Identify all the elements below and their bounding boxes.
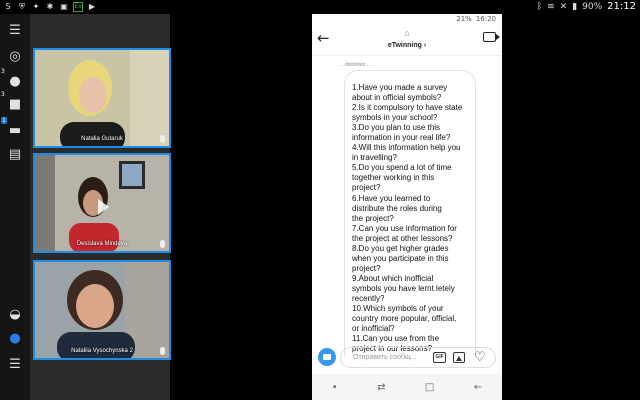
wifi-icon: ≋ [547, 1, 555, 12]
signal-icon: ▮ [572, 1, 578, 12]
video-tile[interactable]: Desislava Mindeva [33, 153, 171, 253]
video-tile[interactable]: Nataliia Vysochynska 2 [33, 260, 171, 360]
system-indicators: ᛒ ≋ ✕ ▮ 90% 21:12 [537, 1, 636, 12]
play-store-icon: ▶ [88, 2, 96, 11]
video-call-icon[interactable] [483, 32, 500, 42]
mic-icon [160, 135, 165, 143]
bluetooth-icon: ᛒ [536, 1, 543, 12]
phone-battery: 21% [456, 15, 472, 23]
mic-icon [160, 347, 165, 355]
chat-thread[interactable]: …distortion… 1.Have you made a survey ab… [312, 56, 502, 356]
video-panel: Natalia Gutaruk Desislava Mindeva Natali… [30, 14, 171, 400]
video-tile[interactable]: Natalia Gutaruk [33, 48, 171, 148]
chat-title[interactable]: eTwinning › [312, 42, 502, 49]
skype-icon: S [5, 2, 11, 11]
recent-apps-icon[interactable]: ⇄ [377, 382, 385, 393]
camera-icon[interactable] [318, 348, 336, 366]
chat-icon[interactable]: 1 ▬ [1, 117, 25, 140]
layout-icon[interactable]: ☰ [5, 20, 25, 40]
message-text: 1.Have you made a survey about in offici… [352, 83, 463, 354]
participant-name: Desislava Mindeva [76, 241, 128, 247]
chat-badge: 1 [1, 117, 7, 124]
clock: 21:12 [607, 1, 636, 12]
participants-icon[interactable]: 3 ● [1, 68, 25, 91]
empty-area [172, 14, 312, 400]
system-status-bar: S ⛨ ✦ ✱ ▣ Ex ▶ ᛒ ≋ ✕ ▮ 90% 21:12 [0, 0, 640, 14]
battery-percent: 90% [582, 1, 603, 12]
clipped-message: …distortion… [340, 62, 371, 68]
shared-phone-screen: 21% 16:20 ← ⌂ eTwinning › …distortion… 1… [312, 14, 502, 400]
message-bubble[interactable]: 1.Have you made a survey about in offici… [344, 70, 476, 356]
participant-video [35, 50, 169, 146]
notification-icons: S ⛨ ✦ ✱ ▣ Ex ▶ [3, 2, 97, 12]
home-icon[interactable]: □ [425, 382, 434, 393]
bug-icon: ✱ [46, 2, 54, 11]
microphone-icon[interactable]: ● [5, 328, 25, 348]
camera-icon[interactable]: 3 ■ [1, 91, 25, 114]
menu-icon[interactable]: ☰ [5, 354, 25, 374]
participant-video [35, 262, 169, 358]
participants-badge: 3 [1, 68, 5, 75]
avatar[interactable]: ⌂ [400, 28, 414, 40]
broadcast-icon[interactable]: ◎ [5, 46, 25, 66]
mute-icon: ✕ [559, 1, 568, 12]
meeting-toolbar: ☰ ◎ 3 ● 3 ■ 1 ▬ ▤ ◒ ● ☰ [0, 14, 30, 400]
excel-icon: Ex [73, 2, 83, 12]
heart-icon[interactable]: ♡ [474, 350, 486, 364]
participant-name: Nataliia Vysochynska 2 [71, 348, 133, 354]
message-composer: Отправить сообщ... GIF ♡ [312, 344, 502, 372]
chat-header: ← ⌂ eTwinning › [312, 24, 502, 56]
phone-status-bar: 21% 16:20 [312, 14, 502, 24]
notes-icon[interactable]: ▤ [5, 144, 25, 164]
nav-dot-icon[interactable]: • [332, 382, 338, 393]
message-input[interactable]: Отправить сообщ... GIF ♡ [340, 347, 496, 368]
shield-icon: ⛨ [19, 2, 25, 11]
gif-icon[interactable]: GIF [433, 352, 446, 363]
share-icon[interactable]: ◒ [5, 304, 25, 324]
message-placeholder: Отправить сообщ... [353, 354, 417, 361]
phone-clock: 16:20 [475, 15, 496, 23]
wrench-icon: ✦ [32, 2, 40, 11]
play-icon[interactable] [98, 199, 109, 215]
phone-navigation-bar: • ⇄ □ ← [312, 374, 502, 400]
gallery-icon[interactable] [453, 352, 465, 363]
back-icon[interactable]: ← [474, 382, 482, 393]
image-icon: ▣ [60, 2, 68, 11]
camera-badge: 3 [1, 91, 5, 98]
mic-icon [160, 240, 165, 248]
participant-name: Natalia Gutaruk [81, 136, 123, 142]
